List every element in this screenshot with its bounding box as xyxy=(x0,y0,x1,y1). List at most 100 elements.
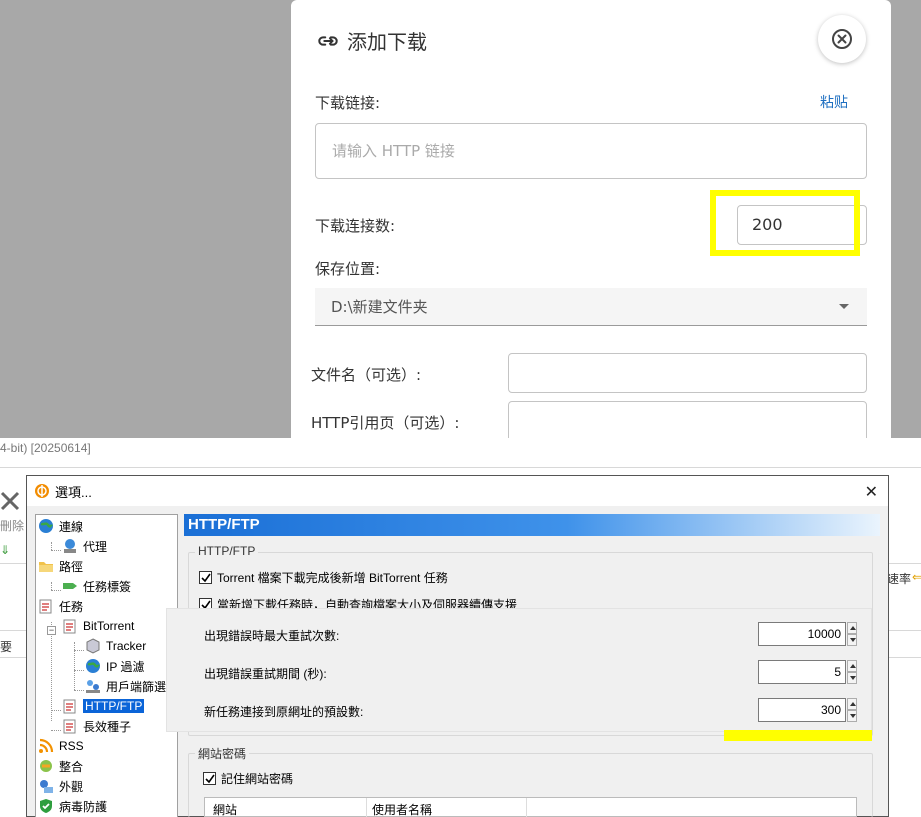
tree-connector xyxy=(51,590,61,591)
rss-icon xyxy=(39,738,54,753)
delete-label[interactable]: 刪除 xyxy=(0,517,28,534)
arrow-icon[interactable]: ⇐ xyxy=(912,570,921,584)
dropdown-caret-icon xyxy=(839,304,849,309)
url-input[interactable] xyxy=(315,123,867,179)
retry-interval-input[interactable]: 5 xyxy=(758,660,846,684)
checkmark-icon xyxy=(200,573,211,582)
tree-item-label: 長效種子 xyxy=(83,719,132,734)
network-icon xyxy=(64,539,76,553)
checkbox-label: Torrent 檔案下載完成後新增 BitTorrent 任務 xyxy=(217,571,448,585)
tree-item-bittorrent[interactable]: BitTorrent xyxy=(62,617,134,635)
tree-connector xyxy=(74,690,84,691)
retry-interval-label: 出現錯誤重試期間 (秒): xyxy=(204,667,327,681)
max-retries-input[interactable]: 10000 xyxy=(758,622,846,646)
tree-connector xyxy=(51,542,52,550)
close-button[interactable] xyxy=(818,15,866,63)
checkbox[interactable] xyxy=(199,571,212,584)
tree-item-label: HTTP/FTP xyxy=(83,699,145,713)
tree-item-ip-filter[interactable]: IP 過濾 xyxy=(85,657,144,675)
tree-item-proxy[interactable]: 代理 xyxy=(62,537,107,555)
spin-up-icon[interactable] xyxy=(847,660,857,672)
dialog-title: 添加下载 xyxy=(317,26,427,55)
tree-item-tasks[interactable]: 任務 xyxy=(38,597,83,615)
tree-item-label: 外觀 xyxy=(59,779,84,794)
tree-item-appearance[interactable]: 外觀 xyxy=(38,777,83,795)
password-group-title: 網站密碼 xyxy=(195,745,250,762)
tree-item-long-seed[interactable]: 長效種子 xyxy=(62,717,131,735)
password-table: 網站 使用者名稱 xyxy=(204,797,857,817)
tree-item-tracker[interactable]: Tracker xyxy=(85,637,146,655)
checkbox-label: 記住網站密碼 xyxy=(221,772,294,786)
highlight-underline xyxy=(724,730,872,741)
tree-item-label: RSS xyxy=(59,739,84,753)
paste-button[interactable]: 粘贴 xyxy=(820,92,848,112)
spin-down-icon[interactable] xyxy=(847,710,857,722)
referer-input[interactable] xyxy=(508,401,867,438)
appearance-icon xyxy=(40,780,53,793)
column-header-left[interactable]: 要 xyxy=(0,638,12,655)
connections-input[interactable]: 200 xyxy=(737,205,867,245)
tree-connector xyxy=(51,730,61,731)
tree-item-rss[interactable]: RSS xyxy=(38,737,84,755)
spin-down-icon[interactable] xyxy=(847,634,857,646)
filename-input[interactable] xyxy=(508,353,867,393)
tree-item-integration[interactable]: 整合 xyxy=(38,757,83,775)
default-connections-spinner[interactable]: 300 xyxy=(758,698,858,722)
delete-icon[interactable] xyxy=(0,491,20,511)
spin-down-icon[interactable] xyxy=(847,672,857,684)
task-icon xyxy=(63,719,76,734)
integrate-icon xyxy=(40,760,52,772)
close-icon[interactable]: ✕ xyxy=(865,482,878,501)
column-header-username[interactable]: 使用者名稱 xyxy=(372,801,432,817)
tree-connector xyxy=(74,670,84,671)
spin-up-icon[interactable] xyxy=(847,622,857,634)
tree-connector xyxy=(51,710,61,711)
task-icon xyxy=(39,599,52,614)
tree-item-http-ftp[interactable]: HTTP/FTP xyxy=(62,697,145,715)
cube-icon xyxy=(86,638,100,654)
globe-icon xyxy=(86,659,100,673)
save-location-select[interactable]: D:\新建文件夹 xyxy=(315,288,867,326)
tree-item-label: 病毒防護 xyxy=(59,799,108,814)
tree-item-label: 代理 xyxy=(83,539,108,554)
remember-password-checkbox[interactable]: 記住網站密碼 xyxy=(203,770,293,787)
tree-item-task-tags[interactable]: 任務標簽 xyxy=(62,577,131,595)
app-title: 4-bit) [20250614] xyxy=(0,441,91,455)
max-retries-label: 出現錯誤時最大重試次數: xyxy=(204,629,340,643)
tree-item-connection[interactable]: 連線 xyxy=(38,517,83,535)
shield-icon xyxy=(40,799,52,813)
tag-icon xyxy=(63,583,77,589)
divider xyxy=(0,467,921,468)
tree-item-virus-protection[interactable]: 病毒防護 xyxy=(38,797,107,815)
tree-item-label: 整合 xyxy=(59,759,84,774)
retry-interval-spinner[interactable]: 5 xyxy=(758,660,858,684)
tree-item-path[interactable]: 路徑 xyxy=(38,557,83,575)
filename-label: 文件名（可选）: xyxy=(311,366,422,384)
column-divider xyxy=(526,798,527,817)
add-download-dialog: 添加下载 下载链接: 粘贴 下载连接数: 200 保存位置: D:\新建文件夹 … xyxy=(291,0,891,438)
task-icon xyxy=(63,619,76,634)
default-connections-input[interactable]: 300 xyxy=(758,698,846,722)
tree-item-label: 任務標簽 xyxy=(83,579,132,594)
http-ftp-group-title: HTTP/FTP xyxy=(195,544,259,558)
new-bt-task-checkbox[interactable]: Torrent 檔案下載完成後新增 BitTorrent 任務 xyxy=(199,569,448,586)
tree-item-label: IP 過濾 xyxy=(106,659,145,674)
checkbox[interactable] xyxy=(203,772,216,785)
column-header-site[interactable]: 網站 xyxy=(213,801,237,817)
spin-up-icon[interactable] xyxy=(847,698,857,710)
default-connections-label: 新任務連接到原網址的預設數: xyxy=(204,705,364,719)
app-logo-icon xyxy=(35,484,49,498)
tree-item-label: Tracker xyxy=(106,639,147,653)
save-location-value: D:\新建文件夹 xyxy=(331,298,428,316)
folder-icon xyxy=(39,562,53,572)
tree-item-label: 用戶端篩選 xyxy=(106,679,167,694)
tree-item-client-filter[interactable]: 用戶端篩選 xyxy=(85,677,166,695)
options-tree: − 連線 代理 路徑 任務標簽 任務 BitTorrent Tracker IP… xyxy=(35,514,178,817)
close-circle-icon xyxy=(832,29,852,49)
column-header-right[interactable]: 速率 xyxy=(887,570,911,587)
tree-expander[interactable]: − xyxy=(47,626,56,635)
dialog-title-text: 添加下载 xyxy=(347,30,427,54)
arrow-down-icon[interactable]: ⇓ xyxy=(0,543,10,557)
tree-connector xyxy=(51,550,61,551)
max-retries-spinner[interactable]: 10000 xyxy=(758,622,858,646)
